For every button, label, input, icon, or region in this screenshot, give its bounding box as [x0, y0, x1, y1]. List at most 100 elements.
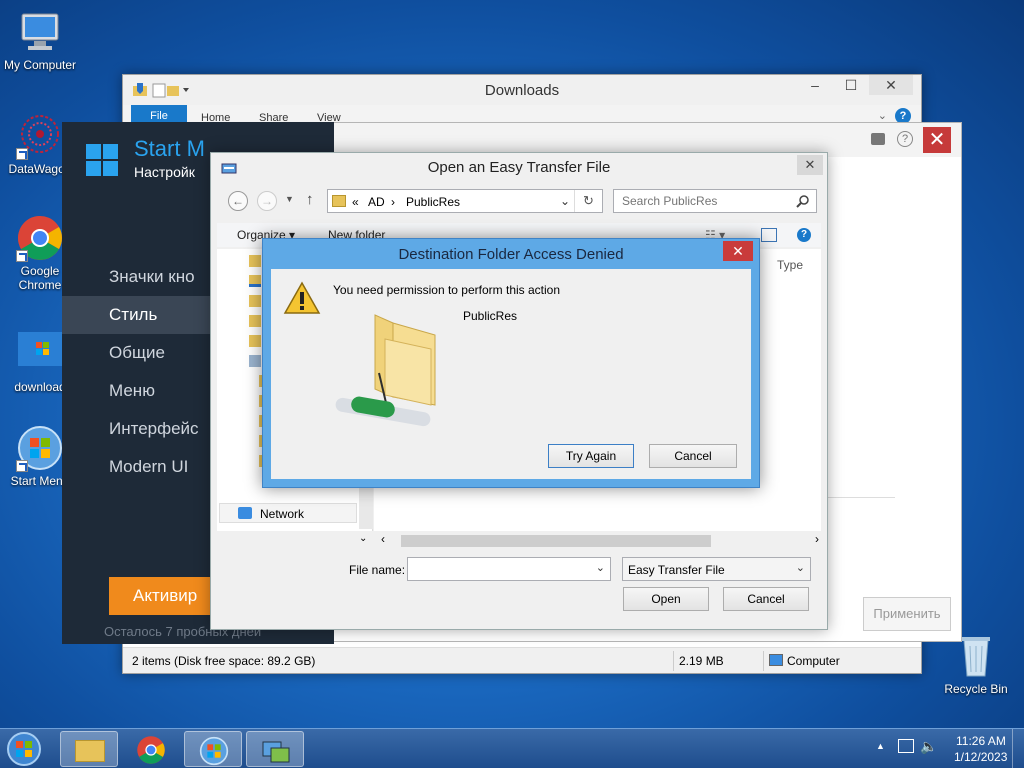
windows-orb-icon — [16, 424, 64, 472]
breadcrumb-separator: › — [391, 195, 395, 209]
file-name-label: File name: — [349, 563, 406, 577]
windows-orb-icon — [199, 736, 229, 766]
chrome-icon — [137, 736, 165, 764]
dialog-title: Destination Folder Access Denied — [398, 246, 624, 263]
app-title: Start M — [134, 136, 205, 161]
datawagon-icon — [16, 112, 64, 160]
address-bar[interactable]: « AD › PublicRes ⌄ ↻ — [327, 189, 603, 213]
show-desktop-button[interactable] — [1012, 729, 1024, 768]
breadcrumb-ad[interactable]: AD — [368, 195, 385, 209]
cancel-button[interactable]: Cancel — [723, 587, 809, 611]
help-icon[interactable]: ? — [897, 131, 913, 147]
dialog-message: You need permission to perform this acti… — [333, 283, 561, 297]
close-button[interactable]: ✕ — [723, 241, 753, 261]
open-button[interactable]: Open — [623, 587, 709, 611]
folder-icon — [332, 195, 346, 207]
thumbs-up-icon[interactable] — [871, 133, 885, 145]
breadcrumb-publicres[interactable]: PublicRes — [406, 195, 460, 209]
status-size: 2.19 MB — [679, 654, 724, 668]
minimize-button[interactable]: – — [801, 75, 829, 95]
cancel-button[interactable]: Cancel — [649, 444, 737, 468]
nav-documents-icon[interactable] — [249, 315, 261, 327]
desktop-icon-label: Google Chrome — [18, 264, 62, 292]
volume-icon[interactable]: 🔈 — [920, 738, 937, 755]
start-button[interactable] — [6, 731, 46, 767]
explorer-statusbar: 2 items (Disk free space: 89.2 GB) 2.19 … — [123, 647, 921, 673]
clock-date[interactable]: 1/12/2023 — [954, 750, 1007, 764]
windows-wallpaper-icon — [16, 330, 64, 378]
nav-folder-icon[interactable] — [249, 255, 261, 267]
shortcut-arrow-icon — [16, 148, 28, 160]
app-subtitle: Настройк — [134, 164, 195, 180]
status-items: 2 items (Disk free space: 89.2 GB) — [132, 654, 316, 668]
nav-item-network[interactable]: Network — [219, 503, 357, 523]
scroll-down-arrow-icon[interactable]: ⌄ — [359, 533, 367, 544]
warning-icon — [283, 281, 321, 318]
close-button[interactable]: ✕ — [797, 155, 823, 175]
scroll-right-arrow-icon[interactable]: › — [815, 532, 819, 546]
column-header-type[interactable]: Type — [777, 258, 803, 272]
chevron-down-icon[interactable]: ⌄ — [596, 561, 605, 574]
clock-time[interactable]: 11:26 AM — [956, 734, 1006, 748]
refresh-button[interactable]: ↻ — [574, 190, 602, 212]
windows-orb-icon — [7, 732, 41, 766]
desktop-icon-my-computer[interactable]: My Computer — [0, 8, 80, 72]
breadcrumb-overflow[interactable]: « — [352, 195, 359, 209]
show-hidden-icons-button[interactable]: ▲ — [876, 741, 885, 751]
nav-videos-icon[interactable] — [249, 335, 261, 347]
forward-button[interactable]: → — [257, 191, 277, 211]
search-icon[interactable] — [796, 194, 810, 208]
access-denied-dialog: Destination Folder Access Denied ✕ You n… — [262, 238, 760, 488]
file-type-value: Easy Transfer File — [628, 563, 725, 577]
help-icon[interactable]: ? — [797, 228, 811, 242]
nav-music-icon[interactable] — [249, 295, 261, 307]
explorer-titlebar: Downloads – ☐ ✕ — [123, 75, 921, 105]
windows-logo-icon — [86, 144, 120, 178]
recent-dropdown-icon[interactable]: ▼ — [285, 194, 294, 204]
maximize-button[interactable]: ☐ — [837, 75, 865, 95]
computer-icon — [16, 8, 64, 56]
apply-button[interactable]: Применить — [863, 597, 951, 631]
preview-pane-icon[interactable] — [761, 228, 777, 242]
computer-icon — [769, 654, 783, 666]
close-button[interactable]: ✕ — [869, 75, 913, 95]
dialog-title: Open an Easy Transfer File — [427, 159, 611, 176]
desktop-icon-label: Recycle Bin — [944, 682, 1008, 696]
taskbar-start-menu-app[interactable] — [184, 731, 242, 767]
chrome-icon — [16, 214, 64, 262]
easy-transfer-icon — [262, 741, 290, 763]
file-name-field[interactable]: ⌄ — [407, 557, 611, 581]
nav-downloads-icon[interactable] — [249, 275, 261, 287]
back-button[interactable]: ← — [228, 191, 248, 211]
chevron-down-icon[interactable]: ⌄ — [796, 561, 805, 574]
up-button[interactable]: ↑ — [306, 191, 314, 208]
scroll-thumb[interactable] — [401, 535, 711, 547]
chevron-down-icon[interactable]: ⌄ — [878, 109, 887, 122]
nav-network-label: Network — [260, 507, 305, 521]
taskbar: ▲ 🔈 11:26 AM 1/12/2023 — [0, 728, 1024, 768]
dialog-body: You need permission to perform this acti… — [271, 269, 751, 479]
desktop-icon-label: My Computer — [3, 58, 77, 72]
search-box — [613, 189, 817, 213]
shortcut-arrow-icon — [16, 460, 28, 472]
folder-icon — [75, 740, 105, 762]
try-again-button[interactable]: Try Again — [548, 444, 634, 468]
close-button[interactable]: ✕ — [923, 127, 951, 153]
taskbar-easy-transfer[interactable] — [246, 731, 304, 767]
status-location: Computer — [787, 654, 840, 668]
horizontal-scrollbar[interactable]: ⌄ ‹ › — [217, 531, 821, 549]
nav-drive-icon[interactable] — [249, 355, 261, 367]
taskbar-explorer[interactable] — [60, 731, 118, 767]
search-input[interactable] — [614, 190, 790, 212]
status-divider — [763, 651, 764, 671]
shortcut-arrow-icon — [16, 250, 28, 262]
network-icon — [238, 507, 252, 519]
file-type-select[interactable]: Easy Transfer File ⌄ — [622, 557, 811, 581]
status-divider — [673, 651, 674, 671]
scroll-left-arrow-icon[interactable]: ‹ — [381, 532, 385, 546]
chevron-down-icon[interactable]: ⌄ — [560, 194, 570, 208]
network-icon[interactable] — [898, 739, 914, 753]
taskbar-chrome[interactable] — [122, 731, 180, 767]
shared-folder-icon — [331, 309, 441, 432]
folder-name: PublicRes — [463, 309, 518, 323]
